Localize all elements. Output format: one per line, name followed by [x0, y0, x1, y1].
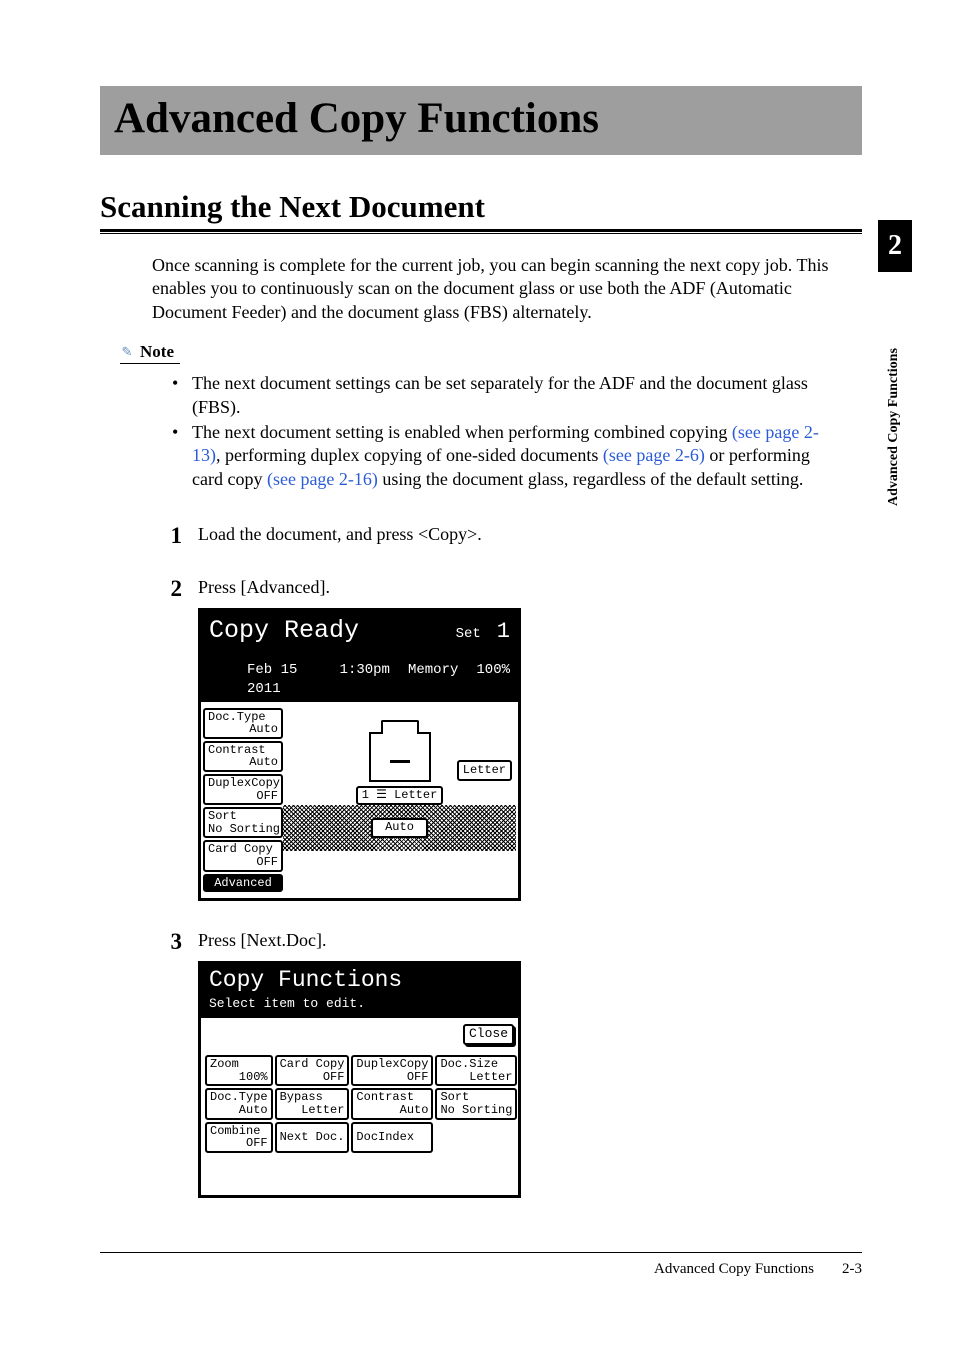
lcd2-close-button[interactable]: Close [463, 1024, 514, 1045]
step-text: Load the document, and press <Copy>. [198, 523, 862, 546]
bullet-text-pre: The next document setting is enabled whe… [192, 422, 732, 442]
lcd-status: Copy Ready [209, 615, 359, 648]
link-page-2-16[interactable]: (see page 2-16) [267, 469, 378, 489]
note-bullet-2: The next document setting is enabled whe… [172, 421, 842, 491]
lcd-copy-functions: Copy Functions Select item to edit. Clos… [198, 961, 521, 1198]
label: Next Doc. [280, 1131, 345, 1144]
value: Auto [210, 1104, 268, 1117]
lcd2-docindex-button[interactable]: DocIndex [351, 1122, 433, 1153]
step-number: 2 [158, 576, 182, 601]
value: Letter [280, 1104, 345, 1117]
value: No Sorting [440, 1104, 512, 1117]
label: Zoom [210, 1058, 268, 1071]
step-number: 3 [158, 929, 182, 954]
lcd2-bypass-button[interactable]: Bypass Letter [275, 1088, 350, 1119]
value: OFF [208, 790, 278, 803]
label: DuplexCopy [356, 1058, 428, 1071]
chapter-tab: 2 [878, 220, 912, 272]
lcd-auto-badge: Auto [371, 818, 428, 838]
lcd-time: 1:30pm [340, 661, 390, 697]
lcd2-subtitle: Select item to edit. [209, 996, 510, 1013]
step-number: 1 [158, 523, 182, 548]
bullet-text-mid1: , performing duplex copying of one-sided… [216, 445, 603, 465]
lcd-tray-label: 1 ☰ Letter [356, 786, 444, 806]
value: Auto [208, 723, 278, 736]
lcd2-contrast-button[interactable]: Contrast Auto [351, 1088, 433, 1119]
label: DuplexCopy [208, 777, 278, 790]
lcd2-nextdoc-button[interactable]: Next Doc. [275, 1122, 350, 1153]
lcd-set-value: 1 [497, 618, 510, 647]
section-heading: Scanning the Next Document [100, 189, 862, 232]
step-text: Press [Next.Doc]. [198, 929, 862, 952]
value: OFF [280, 1071, 345, 1084]
value: Auto [356, 1104, 428, 1117]
value: OFF [208, 856, 278, 869]
value: Auto [208, 756, 278, 769]
lcd-paper-size: Letter [457, 760, 512, 782]
lcd-duplexcopy-button[interactable]: DuplexCopy OFF [203, 774, 283, 805]
chapter-title-bar: Advanced Copy Functions [100, 86, 862, 155]
lcd2-zoom-button[interactable]: Zoom 100% [205, 1055, 273, 1086]
label: DocIndex [356, 1131, 428, 1144]
note-bullet-list: The next document settings can be set se… [172, 372, 842, 491]
step-text: Press [Advanced]. [198, 576, 862, 599]
lcd-contrast-button[interactable]: Contrast Auto [203, 741, 283, 772]
lcd2-doctype-button[interactable]: Doc.Type Auto [205, 1088, 273, 1119]
step-2: 2 Press [Advanced]. Copy Ready Set 1 [158, 576, 862, 901]
lcd-sort-button[interactable]: Sort No Sorting [203, 807, 283, 838]
lcd-date: Feb 15 2011 [247, 661, 322, 697]
lcd-doctype-button[interactable]: Doc.Type Auto [203, 708, 283, 739]
lcd2-header: Copy Functions Select item to edit. [201, 964, 518, 1019]
lcd-header: Copy Ready Set 1 Feb 15 2011 1:30pm Memo… [201, 611, 518, 702]
lcd2-sort-button[interactable]: Sort No Sorting [435, 1088, 517, 1119]
intro-paragraph: Once scanning is complete for the curren… [152, 254, 842, 324]
lcd-memory-label: Memory [408, 661, 458, 697]
footer-title: Advanced Copy Functions [654, 1261, 814, 1278]
lcd-copy-ready: Copy Ready Set 1 Feb 15 2011 1:30pm Memo… [198, 608, 521, 901]
note-icon: ✎ [120, 345, 134, 359]
lcd-set-label: Set [456, 625, 481, 643]
label: Advanced [208, 877, 278, 890]
footer-page: 2-3 [842, 1261, 862, 1278]
value: Letter [440, 1071, 512, 1084]
lcd2-cardcopy-button[interactable]: Card Copy OFF [275, 1055, 350, 1086]
lcd2-option-grid: Zoom 100% Card Copy OFF DuplexCopy OFF [201, 1055, 518, 1153]
label: Card Copy [280, 1058, 345, 1071]
note-text: Note [140, 342, 174, 362]
page-footer: Advanced Copy Functions 2-3 [100, 1252, 862, 1278]
lcd-cardcopy-button[interactable]: Card Copy OFF [203, 840, 283, 871]
step-3: 3 Press [Next.Doc]. Copy Functions Selec… [158, 929, 862, 1198]
printer-icon [369, 732, 431, 782]
lcd-preview: 1 ☰ Letter Letter Auto [283, 704, 516, 897]
lcd2-title: Copy Functions [209, 966, 510, 996]
lcd-side-menu: Doc.Type Auto Contrast Auto DuplexCopy O… [203, 704, 283, 897]
lcd-advanced-button[interactable]: Advanced [203, 874, 283, 893]
lcd-memory-value: 100% [476, 661, 510, 697]
bullet-text: The next document settings can be set se… [192, 373, 808, 416]
bullet-text-post: using the document glass, regardless of … [378, 469, 803, 489]
lcd-output-area: Auto [283, 805, 516, 851]
lcd2-combine-button[interactable]: Combine OFF [205, 1122, 273, 1153]
note-label: ✎ Note [120, 342, 180, 364]
value: OFF [356, 1071, 428, 1084]
chapter-side-label: Advanced Copy Functions [886, 286, 904, 506]
chapter-title: Advanced Copy Functions [114, 94, 848, 143]
label: Sort [208, 810, 278, 823]
value: 100% [210, 1071, 268, 1084]
lcd2-docsize-button[interactable]: Doc.Size Letter [435, 1055, 517, 1086]
value: OFF [210, 1137, 268, 1150]
lcd2-duplexcopy-button[interactable]: DuplexCopy OFF [351, 1055, 433, 1086]
value: No Sorting [208, 823, 278, 836]
link-page-2-6[interactable]: (see page 2-6) [603, 445, 705, 465]
note-bullet-1: The next document settings can be set se… [172, 372, 842, 419]
label: Doc.Size [440, 1058, 512, 1071]
step-1: 1 Load the document, and press <Copy>. [158, 523, 862, 548]
